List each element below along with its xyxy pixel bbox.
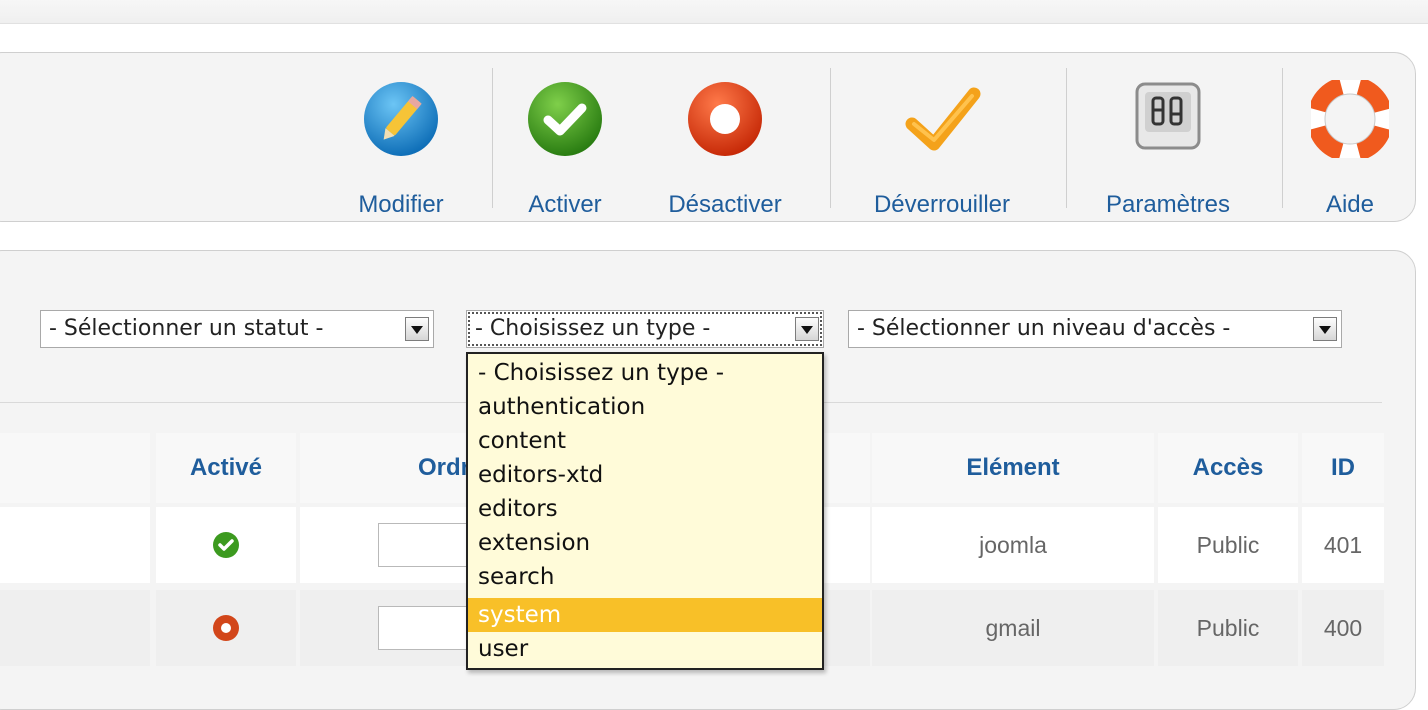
type-select[interactable]: - Choisissez un type - bbox=[466, 310, 824, 348]
activer-button[interactable]: Activer bbox=[510, 80, 620, 218]
top-band bbox=[0, 0, 1428, 24]
header-id[interactable]: ID bbox=[1302, 433, 1384, 503]
table-row bbox=[0, 507, 150, 583]
options-panel-icon bbox=[1135, 82, 1201, 150]
checkmark-icon bbox=[905, 87, 981, 151]
chevron-down-icon bbox=[405, 317, 429, 341]
access-select-value: - Sélectionner un niveau d'accès - bbox=[857, 316, 1231, 341]
header-element-label: Elément bbox=[966, 454, 1060, 481]
toolbar-separator bbox=[830, 68, 831, 208]
toolbar-separator bbox=[492, 68, 493, 208]
type-option[interactable]: search bbox=[468, 560, 822, 594]
row-element-cell: joomla bbox=[872, 507, 1154, 583]
desactiver-label: Désactiver bbox=[668, 191, 782, 218]
activer-label: Activer bbox=[528, 191, 602, 218]
header-active[interactable]: Activé bbox=[156, 433, 296, 503]
toolbar-separator bbox=[1066, 68, 1067, 208]
type-option[interactable]: - Choisissez un type - bbox=[468, 356, 822, 390]
stop-circle-icon bbox=[688, 82, 762, 156]
status-select[interactable]: - Sélectionner un statut - bbox=[40, 310, 434, 348]
access-select[interactable]: - Sélectionner un niveau d'accès - bbox=[848, 310, 1342, 348]
row-status-cell[interactable] bbox=[156, 590, 296, 666]
check-circle-icon bbox=[528, 82, 602, 156]
deverrouiller-label: Déverrouiller bbox=[873, 191, 1011, 218]
pencil-icon bbox=[364, 82, 438, 156]
header-access[interactable]: Accès bbox=[1158, 433, 1298, 503]
type-option-highlighted[interactable]: system bbox=[468, 598, 822, 632]
row-element-cell: gmail bbox=[872, 590, 1154, 666]
row-status-cell[interactable] bbox=[156, 507, 296, 583]
parametres-button[interactable]: Paramètres bbox=[1086, 80, 1250, 218]
lifebuoy-icon bbox=[1311, 80, 1389, 158]
chevron-down-icon bbox=[795, 317, 819, 341]
type-dropdown-list: - Choisissez un type - authentication co… bbox=[466, 352, 824, 670]
row-access-cell[interactable]: Public bbox=[1158, 590, 1298, 666]
chevron-down-icon bbox=[1313, 317, 1337, 341]
deverrouiller-button[interactable]: Déverrouiller bbox=[852, 80, 1032, 218]
desactiver-button[interactable]: Désactiver bbox=[650, 80, 800, 218]
type-option[interactable]: authentication bbox=[468, 390, 822, 424]
type-select-value: - Choisissez un type - bbox=[475, 316, 711, 341]
type-option[interactable]: content bbox=[468, 424, 822, 458]
disabled-circle-icon[interactable] bbox=[212, 614, 240, 642]
aide-button[interactable]: Aide bbox=[1306, 80, 1394, 218]
aide-label: Aide bbox=[1325, 191, 1375, 218]
header-element[interactable]: Elément bbox=[872, 433, 1154, 503]
header-id-label: ID bbox=[1331, 454, 1355, 481]
row-id-cell: 401 bbox=[1302, 507, 1384, 583]
header-access-label: Accès bbox=[1192, 454, 1264, 481]
modifier-label: Modifier bbox=[358, 191, 444, 218]
enabled-check-icon[interactable] bbox=[212, 531, 240, 559]
header-active-label: Activé bbox=[189, 454, 263, 481]
status-select-value: - Sélectionner un statut - bbox=[49, 316, 324, 341]
table-row bbox=[0, 590, 150, 666]
row-access-cell[interactable]: Public bbox=[1158, 507, 1298, 583]
parametres-label: Paramètres bbox=[1105, 191, 1231, 218]
type-option[interactable]: editors-xtd bbox=[468, 458, 822, 492]
modifier-button[interactable]: Modifier bbox=[344, 80, 458, 218]
header-order-label: Ordr bbox=[417, 454, 470, 481]
row-id-cell: 400 bbox=[1302, 590, 1384, 666]
toolbar-separator bbox=[1282, 68, 1283, 208]
type-option[interactable]: editors bbox=[468, 492, 822, 526]
type-option[interactable]: extension bbox=[468, 526, 822, 560]
header-cell-empty bbox=[0, 433, 150, 503]
type-option[interactable]: user bbox=[468, 632, 822, 666]
